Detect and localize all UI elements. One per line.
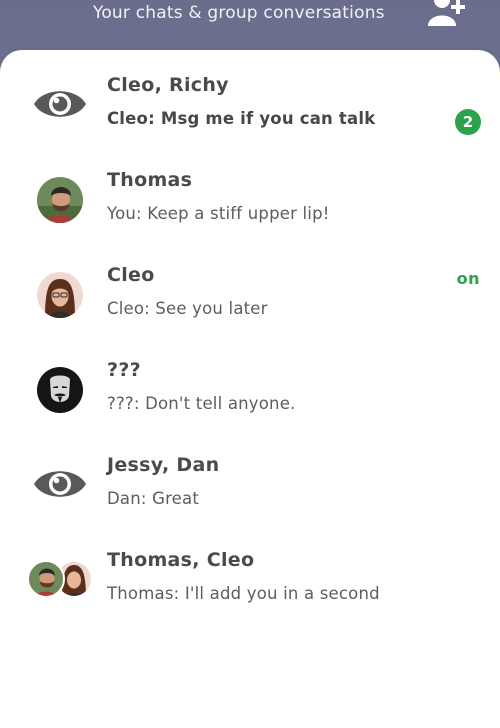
avatar-thomas: [37, 177, 83, 223]
eye-icon: [34, 471, 86, 497]
header-subtitle: Your chats & group conversations: [93, 3, 385, 23]
chat-preview: Thomas: I'll add you in a second: [107, 584, 380, 603]
chat-preview: Cleo: Msg me if you can talk: [107, 109, 376, 128]
avatar-pair-thomas-cleo: [27, 560, 93, 598]
chat-name: ???: [107, 359, 141, 381]
chat-item-thomas[interactable]: Thomas You: Keep a stiff upper lip!: [0, 159, 500, 253]
group-avatar: [32, 84, 88, 124]
chat-list-panel: Cleo, Richy Cleo: Msg me if you can talk…: [0, 50, 500, 728]
chat-item-cleo-richy[interactable]: Cleo, Richy Cleo: Msg me if you can talk…: [0, 64, 500, 158]
chat-item-cleo[interactable]: Cleo Cleo: See you later on: [0, 254, 500, 348]
chat-name: Thomas, Cleo: [107, 549, 255, 571]
avatar: [36, 176, 84, 224]
avatar: [36, 366, 84, 414]
chat-name: Cleo, Richy: [107, 74, 229, 96]
chat-name: Cleo: [107, 264, 155, 286]
chat-name: Jessy, Dan: [107, 454, 220, 476]
chat-preview: You: Keep a stiff upper lip!: [107, 204, 330, 223]
unread-badge: 2: [455, 109, 481, 135]
chat-preview: ???: Don't tell anyone.: [107, 394, 296, 413]
avatar: [36, 271, 84, 319]
chat-preview: Cleo: See you later: [107, 299, 268, 318]
add-person-icon: [428, 0, 465, 26]
avatar-anonymous-mask: [37, 367, 83, 413]
chat-item-jessy-dan[interactable]: Jessy, Dan Dan: Great: [0, 444, 500, 538]
chat-preview: Dan: Great: [107, 489, 200, 508]
add-contact-button[interactable]: [428, 0, 470, 26]
chat-item-anonymous[interactable]: ??? ???: Don't tell anyone.: [0, 349, 500, 443]
chat-item-thomas-cleo[interactable]: Thomas, Cleo Thomas: I'll add you in a s…: [0, 539, 500, 633]
group-avatar: [32, 464, 88, 504]
online-status: on: [456, 269, 480, 288]
group-avatar: [27, 559, 93, 599]
header: Your chats & group conversations: [0, 0, 500, 52]
eye-icon: [34, 91, 86, 117]
avatar-cleo: [37, 272, 83, 318]
chat-name: Thomas: [107, 169, 193, 191]
